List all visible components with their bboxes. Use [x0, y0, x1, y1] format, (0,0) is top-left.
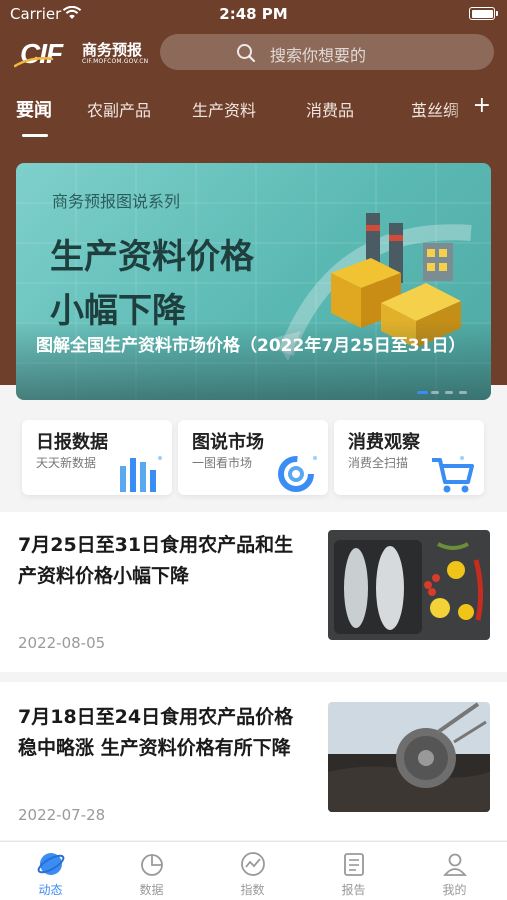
nav-item-feed[interactable]: 动态 [0, 842, 101, 900]
quick-entry-daily-data[interactable]: 日报数据 天天新数据 [22, 420, 172, 495]
nav-label: 指数 [240, 883, 265, 897]
news-thumbnail [328, 702, 490, 812]
banner-dot[interactable] [431, 391, 439, 394]
logo-url: CIF.MOFCOM.GOV.CN [82, 58, 149, 65]
news-item[interactable]: 7月18日至24日食用农产品价格稳中略涨 生产资料价格有所下降 2022-07-… [0, 682, 507, 840]
banner-caption: 图解全国生产资料市场价格（2022年7月25日至31日） [36, 336, 466, 356]
news-item[interactable]: 7月25日至31日食用农产品和生产资料价格小幅下降 2022-08-05 [0, 512, 507, 672]
quick-entry-subtitle: 一图看市场 [192, 456, 253, 470]
news-thumbnail [328, 530, 490, 640]
battery-icon [469, 7, 498, 20]
add-tab-button[interactable]: + [473, 93, 491, 118]
logo-chinese-name: 商务预报 [82, 41, 143, 59]
globe-icon [37, 853, 65, 875]
quick-entry-consumer-watch[interactable]: 消费观察 消费全扫描 [334, 420, 484, 495]
search-placeholder: 搜索你想要的 [270, 46, 367, 65]
search-input[interactable]: 搜索你想要的 [160, 34, 494, 70]
nav-item-profile[interactable]: 我的 [404, 842, 505, 900]
quick-entry-subtitle: 天天新数据 [36, 456, 97, 470]
active-tab-indicator [22, 134, 48, 137]
news-date: 2022-08-05 [18, 634, 106, 652]
document-icon [344, 853, 364, 876]
status-bar: Carrier 2:48 PM [0, 0, 507, 30]
user-icon [443, 853, 467, 876]
banner-caption-shade [16, 320, 491, 400]
tab-news[interactable]: 要闻 [16, 96, 52, 122]
tab-scroll-fade [448, 92, 474, 132]
pie-chart-icon [141, 854, 163, 876]
logo-swoosh-icon [14, 57, 54, 68]
tab-agricultural[interactable]: 农副产品 [87, 97, 151, 121]
featured-banner[interactable]: 商务预报图说系列 生产资料价格 小幅下降 图解全国生产资料市场价格（2022年7… [16, 163, 491, 400]
quick-entry-title: 日报数据 [36, 432, 108, 453]
bar-chart-icon [120, 456, 162, 492]
nav-item-data[interactable]: 数据 [101, 842, 202, 900]
banner-page-indicator [417, 391, 473, 395]
nav-label: 动态 [38, 883, 63, 897]
banner-dot[interactable] [445, 391, 453, 394]
trend-icon [241, 852, 265, 876]
status-time: 2:48 PM [219, 5, 288, 23]
app-screen: Carrier 2:48 PM CIF 商务预报 CIF.MOFCOM.GOV.… [0, 0, 507, 900]
tab-production-materials[interactable]: 生产资料 [192, 97, 256, 121]
ring-chart-icon [278, 456, 317, 492]
tab-consumer-goods[interactable]: 消费品 [306, 97, 354, 121]
category-tabs: 要闻 农副产品 生产资料 消费品 茧丝绸 + [0, 92, 507, 140]
quick-entry-title: 消费观察 [348, 432, 420, 453]
banner-dot[interactable] [459, 391, 467, 394]
nav-label: 报告 [341, 883, 366, 897]
quick-entry-title: 图说市场 [192, 432, 264, 453]
banner-series-label: 商务预报图说系列 [52, 192, 181, 211]
quick-entry-subtitle: 消费全扫描 [348, 456, 409, 470]
banner-headline-line1: 生产资料价格 [50, 237, 254, 277]
banner-dot[interactable] [417, 391, 428, 394]
news-date: 2022-07-28 [18, 806, 106, 824]
nav-label: 数据 [139, 883, 164, 897]
nav-label: 我的 [442, 883, 467, 897]
quick-entry-market-charts[interactable]: 图说市场 一图看市场 [178, 420, 328, 495]
search-icon [237, 44, 256, 63]
nav-item-index[interactable]: 指数 [202, 842, 303, 900]
bottom-navigation: 动态 数据 指数 报告 我的 [0, 841, 507, 900]
nav-item-reports[interactable]: 报告 [303, 842, 404, 900]
news-title: 7月25日至31日食用农产品和生产资料价格小幅下降 [18, 534, 294, 587]
news-title: 7月18日至24日食用农产品价格稳中略涨 生产资料价格有所下降 [18, 706, 294, 759]
shopping-cart-icon [432, 456, 474, 493]
app-logo: CIF 商务预报 CIF.MOFCOM.GOV.CN [14, 36, 154, 70]
